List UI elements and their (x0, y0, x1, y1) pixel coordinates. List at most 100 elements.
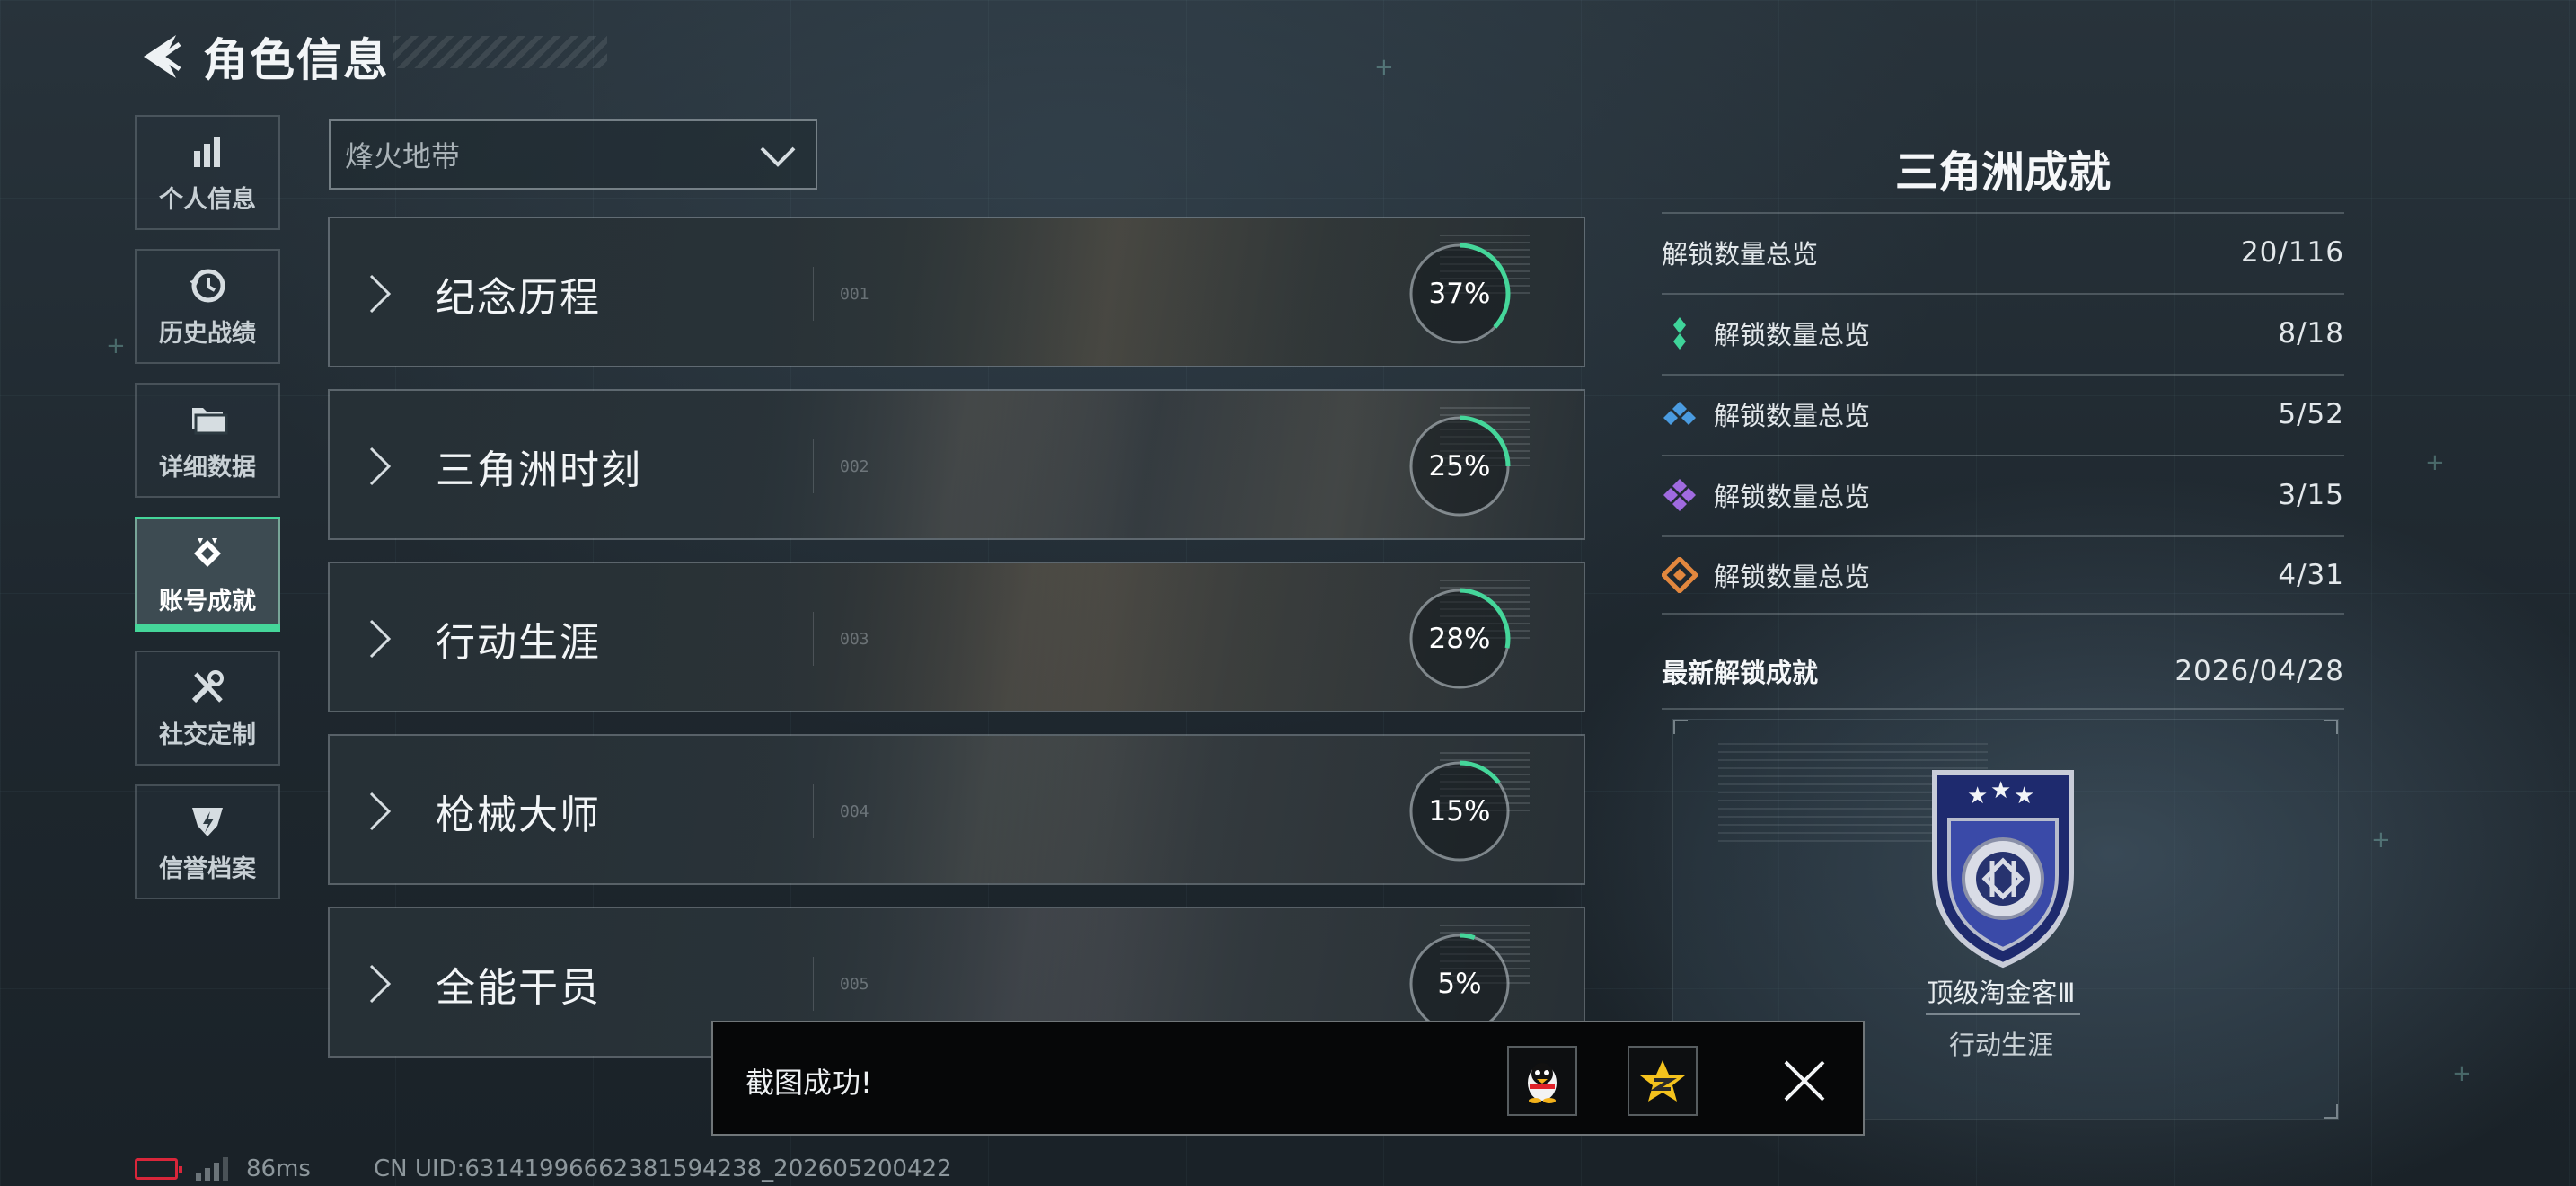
category-row[interactable]: 003 行动生涯 28% (328, 562, 1585, 712)
svg-text:★: ★ (1990, 777, 2011, 804)
chevron-right-icon (369, 964, 392, 1004)
latest-unlock-row: 最新解锁成就 2026/04/28 (1662, 634, 2344, 710)
svg-text:★: ★ (1967, 783, 1988, 810)
tier-value: 3/15 (2278, 479, 2344, 511)
category-name: 枪械大师 (436, 792, 601, 838)
tier-value: 4/31 (2278, 559, 2344, 591)
sidebar-item-label: 历史战绩 (159, 319, 256, 348)
sidebar-item-label: 个人信息 (159, 185, 256, 214)
chevron-right-icon (369, 792, 392, 831)
latest-unlock-date: 2026/04/28 (2175, 655, 2344, 687)
category-name: 全能干员 (436, 965, 601, 1011)
blue-gem-icon (1663, 402, 1696, 425)
sidebar-item-label: 账号成就 (159, 587, 256, 615)
reputation-icon (192, 807, 223, 836)
divider (813, 612, 814, 666)
category-row[interactable]: 001 纪念历程 37% (328, 217, 1585, 367)
decor-cross: + (2452, 1060, 2472, 1087)
bar-chart-icon (194, 136, 220, 167)
page-title: 角色信息 (203, 34, 390, 86)
back-icon[interactable] (135, 30, 183, 84)
status-footer: 86ms CN UID:63141996662381594238_2026052… (135, 1155, 952, 1182)
sidebar-item-label: 社交定制 (159, 721, 256, 749)
decor-cross: + (2371, 827, 2391, 854)
panel-title: 三角洲成就 (1894, 147, 2111, 198)
decor-cross: + (2425, 449, 2445, 476)
category-code: 005 (840, 975, 869, 994)
chevron-right-icon (369, 619, 392, 659)
share-qq-button[interactable] (1507, 1046, 1577, 1116)
category-name: 三角洲时刻 (436, 447, 642, 493)
category-code: 002 (840, 457, 869, 476)
category-row[interactable]: 004 枪械大师 15% (328, 734, 1585, 885)
overview-label: 解锁数量总览 (1662, 239, 1819, 270)
divider (813, 267, 814, 321)
signal-icon (196, 1157, 228, 1181)
purple-gem-icon (1663, 479, 1696, 511)
svg-text:★: ★ (2014, 783, 2034, 810)
badge-category: 行动生涯 (1948, 1030, 2053, 1060)
badge-name: 顶级淘金客Ⅲ (1927, 978, 2076, 1008)
category-name: 纪念历程 (436, 275, 601, 321)
tier-row: 解锁数量总览 3/15 (1662, 455, 2344, 534)
sidebar-item-reputation[interactable]: 信誉档案 (135, 784, 280, 899)
chevron-right-icon (369, 274, 392, 314)
sidebar-item-label: 详细数据 (159, 453, 256, 482)
card-corner (2324, 1104, 2338, 1119)
battery-icon (135, 1158, 182, 1180)
tier-label: 解锁数量总览 (1714, 320, 1871, 350)
sidebar-item-detailed-data[interactable]: 详细数据 (135, 383, 280, 498)
card-corner (1673, 720, 1688, 734)
achievement-icon (194, 537, 221, 567)
orange-gem-icon (1662, 557, 1698, 593)
tier-row: 解锁数量总览 5/52 (1662, 374, 2344, 453)
category-percent: 15% (1428, 795, 1491, 828)
achievement-badge-icon: ★ ★ ★ (1932, 770, 2074, 969)
close-icon[interactable] (1778, 1055, 1831, 1107)
category-code: 001 (840, 285, 869, 304)
decor-cross: + (106, 332, 126, 359)
category-percent: 28% (1428, 623, 1491, 655)
mode-dropdown[interactable]: 烽火地带 (329, 119, 817, 190)
ping-text: 86ms (246, 1155, 311, 1182)
tier-row: 解锁数量总览 4/31 (1662, 535, 2344, 615)
category-percent: 37% (1428, 278, 1491, 310)
tier-label: 解锁数量总览 (1714, 482, 1871, 512)
card-corner (2324, 720, 2338, 734)
divider (813, 784, 814, 838)
qzone-star-icon (1640, 1060, 1685, 1102)
chevron-right-icon (369, 447, 392, 486)
tier-row: 解锁数量总览 8/18 (1662, 293, 2344, 372)
category-code: 003 (840, 630, 869, 649)
sidebar-item-achievements[interactable]: 账号成就 (135, 517, 280, 632)
latest-unlock-label: 最新解锁成就 (1662, 658, 1819, 688)
sidebar-item-social[interactable]: 社交定制 (135, 651, 280, 766)
divider (813, 957, 814, 1011)
tier-value: 5/52 (2278, 398, 2344, 430)
sidebar-item-personal-info[interactable]: 个人信息 (135, 115, 280, 230)
sidebar: 个人信息 历史战绩 详细数据 账号成就 社交定制 信誉档案 (135, 115, 284, 918)
dropdown-value: 烽火地带 (345, 139, 461, 173)
sidebar-item-label: 信誉档案 (159, 854, 256, 883)
category-percent: 25% (1428, 450, 1491, 482)
folder-icon (192, 407, 228, 434)
uid-text: CN UID:63141996662381594238_202605200422 (373, 1155, 952, 1182)
category-row[interactable]: 002 三角洲时刻 25% (328, 389, 1585, 540)
overview-value: 20/116 (2240, 236, 2344, 269)
category-name: 行动生涯 (436, 620, 601, 666)
tools-icon (191, 669, 224, 703)
history-icon (190, 269, 225, 302)
share-qzone-button[interactable] (1628, 1046, 1698, 1116)
green-gem-icon (1673, 317, 1686, 350)
decor-cross: + (1374, 54, 1394, 81)
qq-penguin-icon (1528, 1063, 1557, 1103)
divider (813, 439, 814, 493)
tier-value: 8/18 (2278, 317, 2344, 350)
tier-label: 解锁数量总览 (1714, 562, 1871, 592)
screenshot-toast: 截图成功! (711, 1021, 1865, 1136)
overview-row: 解锁数量总览 20/116 (1662, 212, 2344, 291)
sidebar-item-history[interactable]: 历史战绩 (135, 249, 280, 364)
page-header: 角色信息 (135, 25, 390, 88)
category-code: 004 (840, 802, 869, 821)
title-stripes (393, 36, 607, 68)
